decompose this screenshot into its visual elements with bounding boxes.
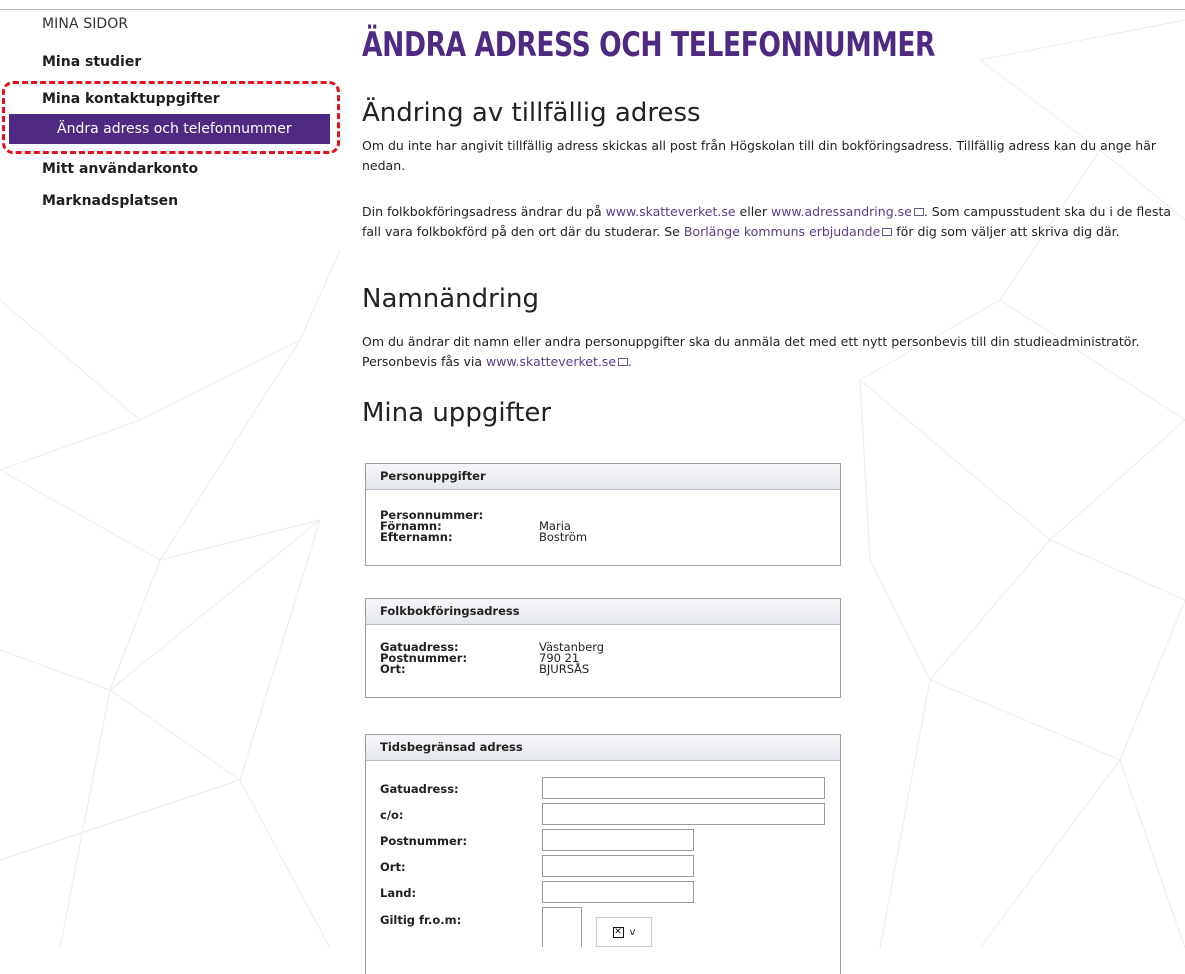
section-heading-namnandring: Namnändring	[362, 284, 539, 314]
sidebar: MINA SIDOR Mina studier Mina kontaktuppg…	[0, 0, 340, 948]
text: för dig som väljer att skriva dig där.	[892, 224, 1120, 239]
external-link-icon	[882, 227, 893, 236]
link-adressandring[interactable]: www.adressandring.se	[771, 204, 912, 219]
dropdown-chevron: v	[629, 926, 636, 938]
paragraph-namnandring: Om du ändrar dit namn eller andra person…	[362, 332, 1177, 372]
label-tmp-gatuadress: Gatuadress:	[380, 782, 459, 796]
page-title: ÄNDRA ADRESS OCH TELEFONNUMMER	[362, 25, 936, 65]
paragraph-folkbokforing: Din folkbokföringsadress ändrar du på ww…	[362, 202, 1177, 242]
panel-title: Personuppgifter	[366, 464, 840, 490]
label-tmp-postnummer: Postnummer:	[380, 834, 468, 848]
land-input[interactable]	[542, 881, 694, 903]
main-content: ÄNDRA ADRESS OCH TELEFONNUMMER Ändring a…	[362, 0, 1182, 974]
text: Om du ändrar dit namn eller andra person…	[362, 334, 1140, 369]
link-skatteverket[interactable]: www.skatteverket.se	[606, 204, 736, 219]
value-efternamn: Boström	[539, 530, 588, 544]
link-skatteverket-2[interactable]: www.skatteverket.se	[486, 354, 616, 369]
sidebar-item-mina-studier[interactable]: Mina studier	[42, 54, 141, 70]
label-efternamn: Efternamn:	[380, 530, 453, 544]
panel-tidsbegransad-adress: Tidsbegränsad adress Gatuadress: c/o: Po…	[365, 734, 841, 974]
redaction-mask	[618, 637, 668, 665]
external-link-icon	[913, 207, 924, 216]
label-tmp-giltig-from: Giltig fr.o.m:	[380, 913, 462, 927]
label-tmp-land: Land:	[380, 886, 417, 900]
sidebar-subitem-andra-adress[interactable]: Ändra adress och telefonnummer	[9, 114, 330, 144]
date-picker-button[interactable]: ✕ v	[596, 917, 652, 947]
calendar-clear-icon: ✕	[612, 926, 624, 938]
sidebar-item-marknadsplatsen[interactable]: Marknadsplatsen	[42, 193, 178, 209]
value-ort: BJURSÅS	[539, 662, 590, 676]
label-ort: Ort:	[380, 662, 406, 676]
redaction-mask	[538, 490, 622, 518]
co-input[interactable]	[542, 803, 825, 825]
sidebar-heading: MINA SIDOR	[42, 16, 129, 32]
external-link-icon	[618, 357, 629, 366]
label-tmp-co: c/o:	[380, 808, 404, 822]
gatuadress-input[interactable]	[542, 777, 825, 799]
sidebar-item-mitt-anvandarkonto[interactable]: Mitt användarkonto	[42, 161, 198, 177]
panel-title: Folkbokföringsadress	[366, 599, 840, 625]
sidebar-item-mina-kontaktuppgifter[interactable]: Mina kontaktuppgifter	[42, 91, 220, 107]
postnummer-input[interactable]	[542, 829, 694, 851]
panel-personuppgifter: Personuppgifter Personnummer: Förnamn: M…	[365, 463, 841, 566]
paragraph-tillfallig-adress: Om du inte har angivit tillfällig adress…	[362, 138, 1157, 173]
text: .	[628, 354, 632, 369]
text: eller	[735, 204, 771, 219]
ort-input[interactable]	[542, 855, 694, 877]
giltig-from-input[interactable]	[542, 907, 582, 947]
label-tmp-ort: Ort:	[380, 860, 406, 874]
panel-folkbokforingsadress: Folkbokföringsadress Gatuadress: Västanb…	[365, 598, 841, 698]
section-heading-mina-uppgifter: Mina uppgifter	[362, 398, 552, 428]
section-heading-tillfallig-adress: Ändring av tillfällig adress	[362, 98, 701, 128]
link-borlange-kommun[interactable]: Borlänge kommuns erbjudande	[684, 224, 880, 239]
text: Din folkbokföringsadress ändrar du på	[362, 204, 606, 219]
panel-title: Tidsbegränsad adress	[366, 735, 840, 761]
